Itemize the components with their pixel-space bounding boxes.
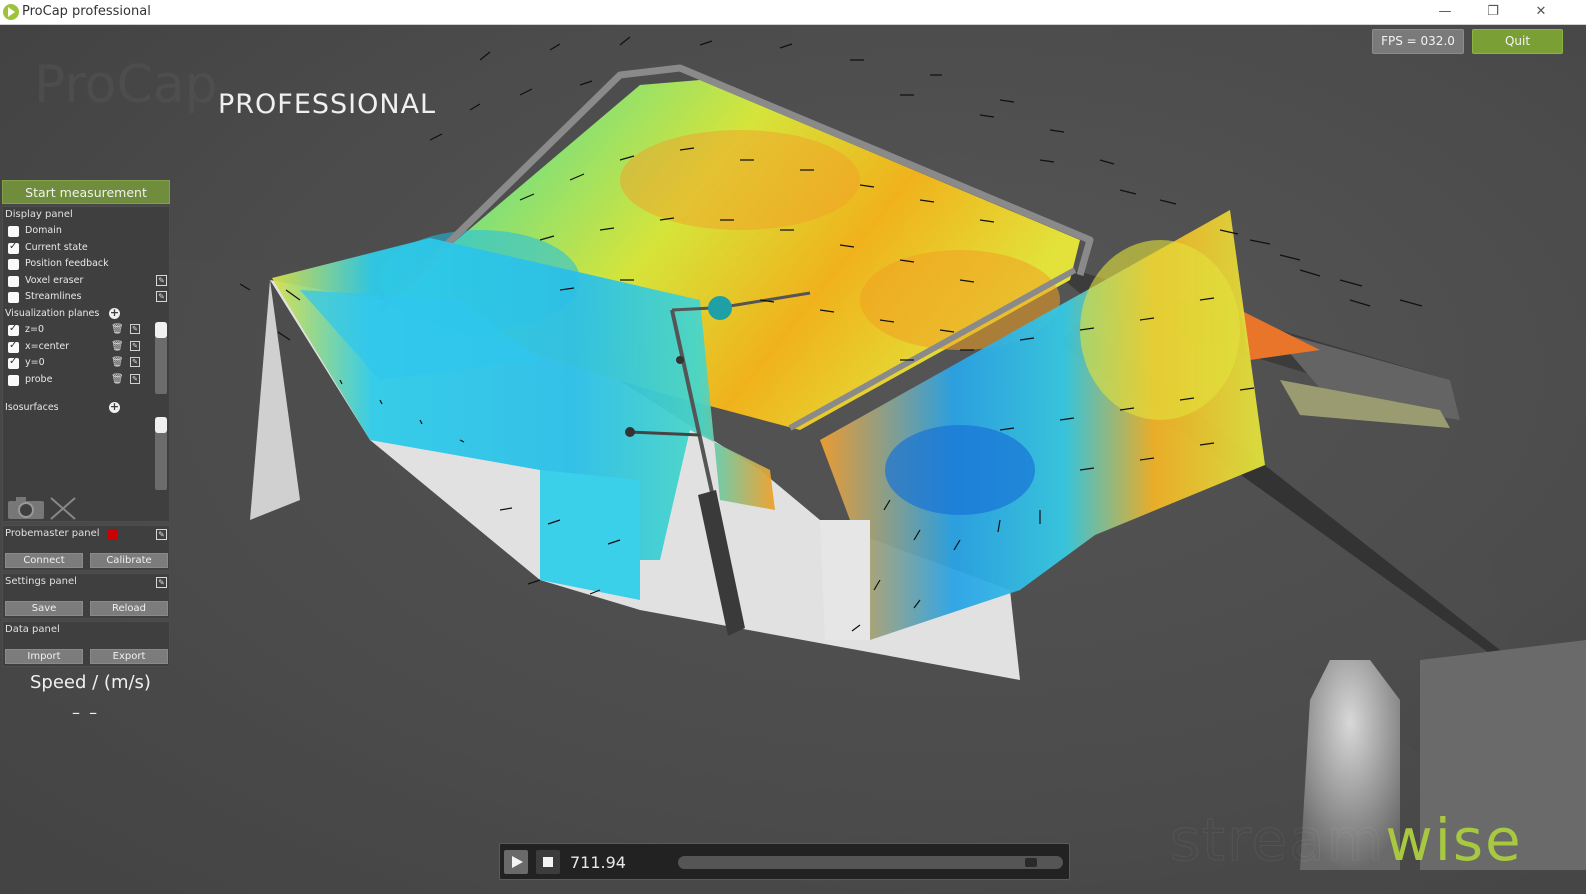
scene-render[interactable] [0, 25, 1586, 894]
app-logo-icon [3, 4, 19, 20]
streamwise-watermark: streamwise [1169, 806, 1523, 875]
start-measurement-button[interactable]: Start measurement [2, 180, 170, 204]
data-panel: Data panel Import Export [2, 621, 170, 667]
isosurfaces-scroll-thumb[interactable] [155, 417, 167, 433]
plane-label: y=0 [25, 357, 45, 368]
speed-legend-title: Speed / (m/s) [30, 672, 151, 693]
display-item-label: Current state [25, 241, 88, 253]
plane-item-probe[interactable]: probe 🗑 ✎ [3, 372, 169, 389]
plane-item-z0[interactable]: z=0 🗑 ✎ [3, 322, 169, 339]
clear-snapshot-icon[interactable] [47, 495, 79, 521]
plane-checkbox[interactable] [8, 340, 19, 353]
edit-icon[interactable]: ✎ [156, 274, 167, 286]
display-item-streamlines[interactable]: Streamlines ✎ [3, 289, 169, 306]
visualization-planes-title: Visualization planes [5, 307, 100, 319]
trash-icon[interactable]: 🗑 [111, 324, 124, 335]
trash-icon[interactable]: 🗑 [111, 357, 124, 368]
plane-checkbox[interactable] [8, 374, 19, 386]
visualization-planes-header: Visualization planes + [3, 306, 169, 323]
isosurfaces-scrollbar[interactable] [155, 417, 167, 490]
planes-scroll-thumb[interactable] [155, 322, 167, 338]
quit-button[interactable]: Quit [1472, 29, 1563, 54]
playback-bar: 711.94 [499, 843, 1070, 880]
minimize-button[interactable]: — [1422, 0, 1468, 25]
plane-label: z=0 [25, 324, 44, 335]
camera-icon[interactable] [6, 495, 46, 521]
isosurfaces-header: Isosurfaces + [3, 400, 169, 417]
edit-icon[interactable]: ✎ [130, 324, 140, 334]
calibrate-button[interactable]: Calibrate [90, 553, 168, 568]
plane-item-y0[interactable]: y=0 🗑 ✎ [3, 355, 169, 372]
settings-panel: Settings panel ✎ Save Reload [2, 573, 170, 619]
watermark-part1: stream [1169, 806, 1386, 875]
isosurfaces-title: Isosurfaces [5, 402, 59, 413]
plane-label: probe [25, 373, 53, 385]
current-state-checkbox[interactable] [8, 241, 19, 254]
plane-label: x=center [25, 340, 70, 352]
edit-icon[interactable]: ✎ [156, 291, 167, 302]
reload-button[interactable]: Reload [90, 601, 168, 616]
playback-time: 711.94 [570, 853, 626, 872]
play-button[interactable] [504, 850, 528, 874]
display-item-domain[interactable]: Domain [3, 223, 169, 240]
voxel-eraser-checkbox[interactable] [8, 275, 19, 287]
edit-icon[interactable]: ✎ [130, 373, 140, 384]
streamlines-checkbox[interactable] [8, 292, 19, 303]
timeline-slider[interactable] [678, 856, 1063, 869]
display-item-current-state[interactable]: Current state [3, 240, 169, 257]
plane-checkbox[interactable] [8, 323, 19, 336]
stop-button[interactable] [536, 850, 560, 874]
add-isosurface-icon[interactable]: + [109, 401, 120, 413]
domain-checkbox[interactable] [8, 226, 19, 237]
window-title: ProCap professional [22, 4, 151, 19]
import-button[interactable]: Import [5, 649, 83, 664]
display-item-voxel-eraser[interactable]: Voxel eraser ✎ [3, 273, 169, 290]
display-item-label: Position feedback [25, 258, 109, 269]
edit-icon[interactable]: ✎ [130, 357, 140, 367]
planes-scrollbar[interactable] [155, 322, 167, 394]
watermark-part2: wise [1385, 806, 1523, 874]
restore-button[interactable]: ❐ [1470, 0, 1516, 25]
display-item-label: Streamlines [25, 291, 82, 302]
save-button[interactable]: Save [5, 601, 83, 616]
plane-checkbox[interactable] [8, 356, 19, 369]
brand-tagline: PROFESSIONAL [218, 89, 437, 120]
title-bar: ProCap professional — ❐ ✕ [0, 0, 1586, 25]
connect-button[interactable]: Connect [5, 553, 83, 568]
position-feedback-checkbox[interactable] [8, 259, 19, 270]
plane-item-x-center[interactable]: x=center 🗑 ✎ [3, 339, 169, 356]
display-item-label: Domain [25, 225, 62, 236]
add-plane-icon[interactable]: + [109, 307, 120, 319]
display-item-label: Voxel eraser [25, 274, 84, 286]
display-panel: Display panel Domain Current state Posit… [2, 206, 170, 522]
speed-legend-value: – – [72, 703, 100, 722]
3d-viewport[interactable]: ProCap PROFESSIONAL FPS = 032.0 Quit [0, 25, 1586, 894]
edit-icon[interactable]: ✎ [156, 529, 167, 540]
display-item-position-feedback[interactable]: Position feedback [3, 256, 169, 273]
fps-indicator: FPS = 032.0 [1372, 29, 1464, 54]
brand-logo-faint: ProCap [34, 55, 218, 115]
trash-icon[interactable]: 🗑 [111, 374, 124, 385]
edit-icon[interactable]: ✎ [130, 340, 140, 351]
edit-icon[interactable]: ✎ [156, 577, 167, 588]
display-panel-title: Display panel [5, 209, 73, 220]
timeline-handle[interactable] [1024, 858, 1037, 867]
export-button[interactable]: Export [90, 649, 168, 664]
data-panel-title: Data panel [5, 624, 60, 635]
trash-icon[interactable]: 🗑 [111, 341, 124, 352]
probemaster-panel: Probemaster panel ✎ Connect Calibrate [2, 525, 170, 571]
close-button[interactable]: ✕ [1518, 0, 1564, 25]
